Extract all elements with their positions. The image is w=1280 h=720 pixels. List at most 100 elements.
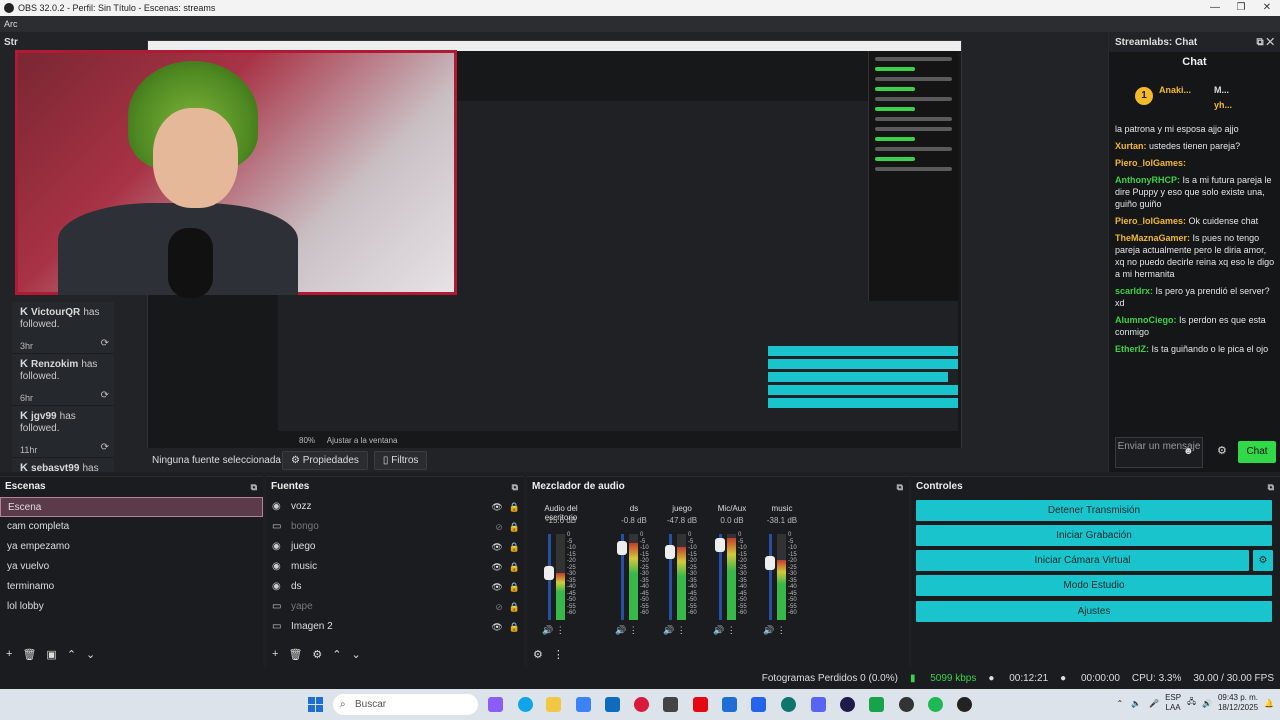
popout-icon[interactable]: ⧉ (1256, 37, 1263, 48)
trash-icon[interactable]: 🗑 (22, 648, 36, 661)
source-item[interactable]: ◉ vozz 👁 🔒 (266, 497, 524, 517)
source-item[interactable]: ◉ ds 👁 🔒 (266, 577, 524, 597)
scene-item[interactable]: ya vuelvo (0, 557, 263, 577)
speaker-icon[interactable]: 🔊 (663, 625, 674, 635)
popout-icon[interactable]: ⧉ (1268, 477, 1274, 497)
popout-icon[interactable]: ⧉ (512, 477, 518, 497)
gear-icon[interactable]: ⚙ (1217, 444, 1227, 457)
speaker-icon[interactable]: 🔊 (763, 625, 774, 635)
filters-button[interactable]: ▯ Filtros (373, 450, 428, 470)
speaker-icon[interactable]: 🔊 (542, 625, 553, 635)
source-item[interactable]: ▭ yape ⊘ 🔒 (266, 597, 524, 617)
chevron-up-icon[interactable]: ⌃ (1116, 699, 1123, 708)
gear-icon[interactable]: ⚙ (312, 648, 322, 661)
close-icon[interactable]: ✕ (1254, 0, 1280, 16)
add-icon[interactable]: + (272, 648, 278, 660)
obs-taskbar-icon[interactable] (899, 697, 914, 712)
minimize-icon[interactable]: — (1202, 0, 1228, 16)
settings-button[interactable]: Ajustes (916, 601, 1272, 622)
down-icon[interactable]: ⌄ (352, 648, 361, 661)
lock-icon[interactable]: 🔒 (509, 617, 520, 637)
volume-knob[interactable] (715, 538, 725, 552)
scene-item[interactable]: terminamo (0, 577, 263, 597)
app-icon[interactable] (722, 697, 737, 712)
source-item[interactable]: ▭ bongo ⊘ 🔒 (266, 517, 524, 537)
add-icon[interactable]: + (6, 648, 12, 660)
app-icon[interactable] (840, 697, 855, 712)
store-icon[interactable] (576, 697, 591, 712)
spotify-icon[interactable] (928, 697, 943, 712)
speaker-icon[interactable]: 🔊 (615, 625, 626, 635)
discord-icon[interactable] (811, 697, 826, 712)
outlook-icon[interactable] (605, 697, 620, 712)
copilot-icon[interactable] (488, 697, 503, 712)
start-icon[interactable] (308, 697, 323, 712)
opera-icon[interactable] (634, 697, 649, 712)
lock-icon[interactable]: 🔒 (509, 597, 520, 617)
preview-canvas[interactable]: Str 80% Ajustar a la ventana K VictourQR… (0, 32, 1108, 472)
refresh-icon[interactable]: ⟳ (101, 442, 109, 453)
up-icon[interactable]: ⌃ (332, 648, 341, 661)
eye-icon[interactable]: 👁 (491, 497, 502, 517)
clock[interactable]: 09:43 p. m. 18/12/2025 (1218, 693, 1258, 713)
volume-fader[interactable] (769, 534, 772, 620)
scene-item[interactable]: cam completa (0, 517, 263, 537)
chat-send-button[interactable]: Chat (1238, 441, 1276, 463)
app-icon[interactable] (751, 697, 766, 712)
virtual-camera-settings-icon[interactable]: ⚙ (1253, 550, 1273, 571)
scene-item[interactable]: ya empezamo (0, 537, 263, 557)
menu-icon[interactable]: ⋮ (629, 625, 638, 635)
properties-button[interactable]: ⚙ Propiedades (282, 450, 368, 470)
menu-item-archivo[interactable]: Arc (4, 19, 18, 29)
lock-icon[interactable]: 🔒 (509, 557, 520, 577)
down-icon[interactable]: ⌄ (86, 648, 95, 661)
speaker-icon[interactable]: 🔊 (713, 625, 724, 635)
up-icon[interactable]: ⌃ (67, 648, 76, 661)
popout-icon[interactable]: ⧉ (251, 477, 257, 497)
studio-mode-button[interactable]: Modo Estudio (916, 575, 1272, 596)
app-icon[interactable] (781, 697, 796, 712)
edge-icon[interactable] (518, 697, 533, 712)
volume-knob[interactable] (665, 545, 675, 559)
refresh-icon[interactable]: ⟳ (101, 338, 109, 349)
menu-icon[interactable]: ⋮ (727, 625, 736, 635)
emoji-icon[interactable]: ☻ (1183, 446, 1194, 457)
app-icon[interactable] (869, 697, 884, 712)
close-icon[interactable]: ✕ (1266, 37, 1274, 48)
eye-hidden-icon[interactable]: ⊘ (495, 597, 503, 617)
volume-knob[interactable] (544, 566, 554, 580)
eye-icon[interactable]: 👁 (491, 617, 502, 637)
popout-icon[interactable]: ⧉ (897, 477, 903, 497)
language-indicator[interactable]: ESP LAA (1165, 693, 1181, 713)
menu-icon[interactable]: ⋮ (556, 625, 565, 635)
menu-icon[interactable]: ⋮ (777, 625, 786, 635)
mic-icon[interactable]: 🎤 (1149, 699, 1159, 708)
trash-icon[interactable]: 🗑 (288, 648, 302, 661)
source-item[interactable]: ◉ music 👁 🔒 (266, 557, 524, 577)
network-icon[interactable]: 🖧 (1187, 696, 1196, 710)
mixer-settings-icon[interactable]: ⚙ (533, 648, 543, 661)
menu-icon[interactable]: ⋮ (553, 648, 564, 661)
netflix-icon[interactable] (693, 697, 708, 712)
volume-icon[interactable]: 🔈 (1131, 699, 1141, 708)
eye-icon[interactable]: 👁 (491, 557, 502, 577)
filter-icon[interactable]: ▣ (46, 648, 56, 661)
lock-icon[interactable]: 🔒 (509, 517, 520, 537)
eye-icon[interactable]: 👁 (491, 537, 502, 557)
taskbar-search[interactable]: ⌕ Buscar (333, 694, 478, 715)
folder-icon[interactable] (546, 697, 561, 712)
volume-tray-icon[interactable]: 🔊 (1202, 699, 1212, 708)
scene-item[interactable]: lol lobby (0, 597, 263, 617)
source-item[interactable]: ▭ Imagen 2 👁 🔒 (266, 617, 524, 637)
scene-item[interactable]: Escena (0, 497, 263, 517)
start-virtual-camera-button[interactable]: Iniciar Cámara Virtual (916, 550, 1249, 571)
eye-hidden-icon[interactable]: ⊘ (495, 517, 503, 537)
volume-knob[interactable] (765, 556, 775, 570)
notification-icon[interactable]: 🔔 (1264, 699, 1274, 708)
menu-icon[interactable]: ⋮ (677, 625, 686, 635)
lock-icon[interactable]: 🔒 (509, 577, 520, 597)
lock-icon[interactable]: 🔒 (509, 497, 520, 517)
eye-icon[interactable]: 👁 (491, 577, 502, 597)
source-item[interactable]: ◉ juego 👁 🔒 (266, 537, 524, 557)
start-recording-button[interactable]: Iniciar Grabación (916, 525, 1272, 546)
